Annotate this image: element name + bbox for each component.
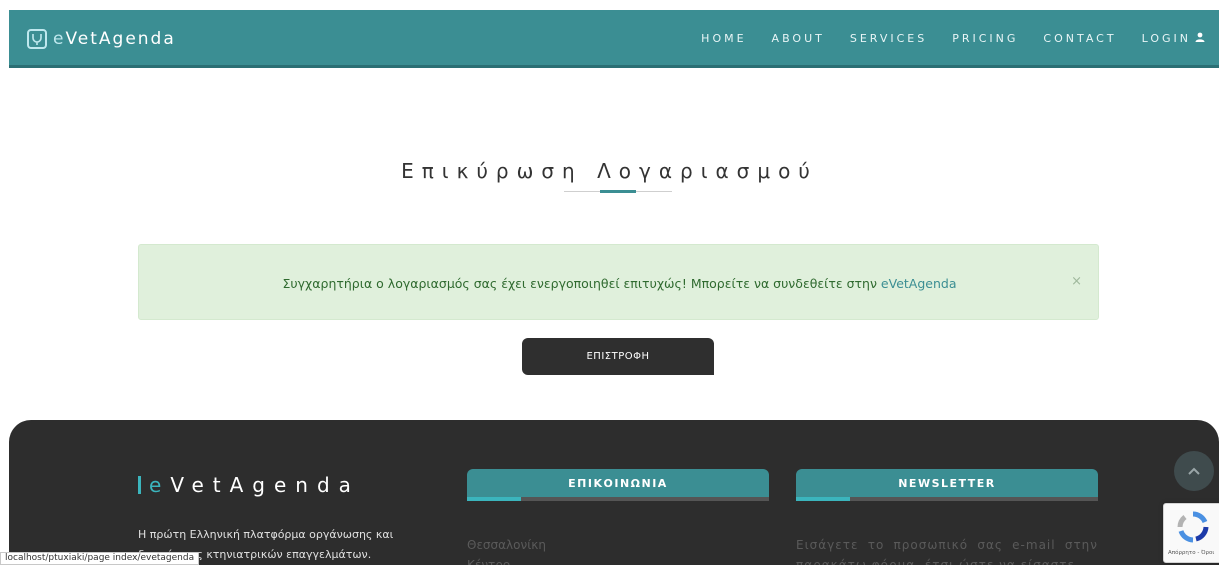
newsletter-underline (796, 497, 1098, 501)
newsletter-underline-accent (796, 497, 850, 501)
footer-brand-bar (138, 476, 141, 494)
close-icon[interactable]: × (1071, 274, 1082, 289)
scroll-top-button[interactable] (1174, 451, 1214, 491)
contact-column: ΕΠΙΚΟΙΝΩΝΙΑ Θεσσαλονίκη Κέντρο (467, 469, 769, 565)
nav-about[interactable]: ABOUT (772, 32, 825, 45)
footer-brand-rest: VetAgenda (170, 473, 360, 497)
brand-rest: VetAgenda (65, 29, 176, 49)
contact-body: Θεσσαλονίκη Κέντρο (467, 535, 769, 565)
page-title: Επικύρωση Λογαριασμού (401, 159, 818, 183)
success-alert: Συγχαρητήρια ο λογαριασμός σας έχει ενερ… (138, 244, 1099, 320)
nav-home[interactable]: HOME (701, 32, 746, 45)
alert-message: Συγχαρητήρια ο λογαριασμός σας έχει ενερ… (139, 276, 1100, 291)
footer-brand-prefix: e (149, 473, 171, 497)
footer-brand: eVetAgenda (138, 473, 360, 497)
brand-name: eVetAgenda (53, 29, 176, 49)
back-button[interactable]: ΕΠΙΣΤΡΟΦΗ (522, 338, 714, 375)
chevron-up-icon (1188, 467, 1200, 475)
footer: eVetAgenda Η πρώτη Ελληνική πλατφόρμα ορ… (9, 420, 1219, 565)
nav-pricing[interactable]: PRICING (952, 32, 1018, 45)
status-bar-url: localhost/ptuxiaki/page index/evetagenda (0, 552, 200, 565)
alert-link[interactable]: eVetAgenda (881, 276, 957, 291)
contact-underline-accent (467, 497, 521, 501)
recaptcha-terms[interactable]: Απόρρητο - Όροι (1168, 550, 1214, 556)
recaptcha-icon (1177, 511, 1209, 543)
alert-message-text: Συγχαρητήρια ο λογαριασμός σας έχει ενερ… (282, 276, 881, 291)
nav-login-label: LOGIN (1141, 32, 1191, 45)
contact-heading: ΕΠΙΚΟΙΝΩΝΙΑ (467, 469, 769, 497)
title-divider-accent (600, 190, 636, 193)
contact-area: Κέντρο (467, 558, 511, 565)
nav-contact[interactable]: CONTACT (1043, 32, 1116, 45)
footer-brand-name: eVetAgenda (149, 473, 360, 497)
nav-login[interactable]: LOGIN (1142, 32, 1205, 45)
brand-prefix: e (53, 29, 66, 49)
nav-services[interactable]: SERVICES (850, 32, 927, 45)
main-nav: HOME ABOUT SERVICES PRICING CONTACT LOGI… (676, 32, 1205, 45)
contact-underline (467, 497, 769, 501)
top-navbar: eVetAgenda HOME ABOUT SERVICES PRICING C… (9, 10, 1219, 68)
newsletter-column: NEWSLETTER Εισάγετε το προσωπικό σας e-m… (796, 469, 1098, 565)
newsletter-heading: NEWSLETTER (796, 469, 1098, 497)
newsletter-text: Εισάγετε το προσωπικό σας e-mail στην πα… (796, 538, 1098, 565)
brand-logo[interactable]: eVetAgenda (27, 29, 176, 49)
contact-city: Θεσσαλονίκη (467, 538, 546, 552)
user-icon (1195, 32, 1205, 45)
recaptcha-badge[interactable]: Απόρρητο - Όροι (1163, 503, 1219, 563)
stethoscope-icon (27, 29, 47, 49)
